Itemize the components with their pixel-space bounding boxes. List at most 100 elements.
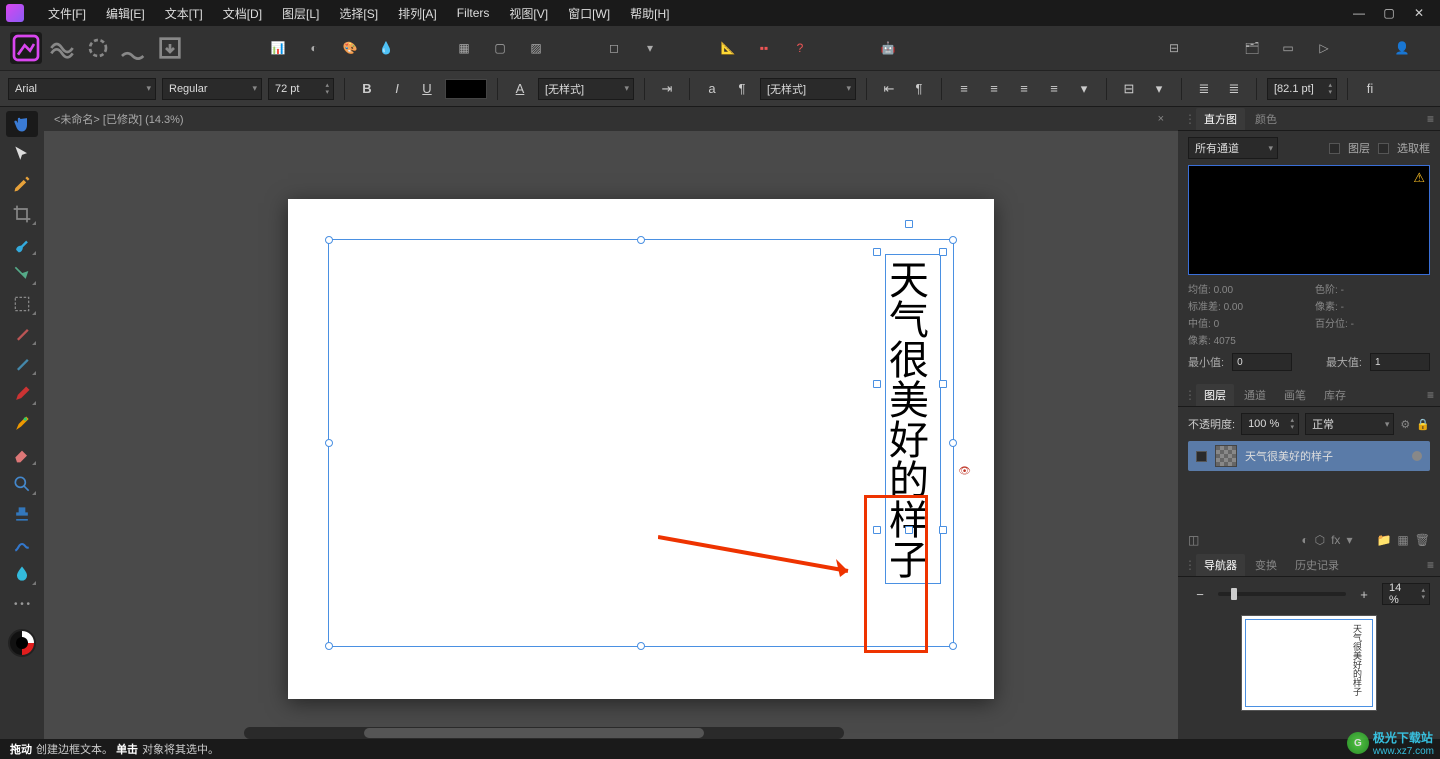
auto-colors-icon[interactable]: 🎨: [334, 32, 366, 64]
tab-transform[interactable]: 变换: [1247, 554, 1285, 576]
tab-navigator[interactable]: 导航器: [1196, 554, 1245, 576]
color-picker-icon[interactable]: [6, 171, 38, 197]
marquee-tool-icon[interactable]: [6, 291, 38, 317]
live-filter-icon[interactable]: fx: [1331, 533, 1340, 547]
menu-select[interactable]: 选择[S]: [329, 0, 388, 26]
menu-arrange[interactable]: 排列[A]: [388, 0, 447, 26]
auto-wb-icon[interactable]: 💧: [370, 32, 402, 64]
delete-layer-icon[interactable]: 🗑: [1415, 533, 1430, 547]
font-family-select[interactable]: Arial: [8, 78, 156, 100]
flip-icon[interactable]: ▷: [1308, 32, 1340, 64]
account-icon[interactable]: 👤: [1386, 32, 1418, 64]
auto-contrast-icon[interactable]: ◐: [298, 32, 330, 64]
menu-layer[interactable]: 图层[L]: [272, 0, 329, 26]
align-justify-icon[interactable]: ≡: [1042, 78, 1066, 100]
hand-tool-icon[interactable]: [6, 111, 38, 137]
italic-button[interactable]: I: [385, 78, 409, 100]
leading-input[interactable]: [82.1 pt]: [1267, 78, 1337, 100]
opacity-input[interactable]: 100 %: [1241, 413, 1299, 435]
clip-icon[interactable]: ▾: [1346, 533, 1352, 547]
vector-brush-icon[interactable]: [6, 531, 38, 557]
panel-menu-icon[interactable]: ≡: [1427, 558, 1434, 572]
canvas-viewport[interactable]: <未命名> [已修改] (14.3%) × 天气很美好的样子: [44, 107, 1178, 739]
layer-select-checkbox[interactable]: [1196, 451, 1207, 462]
tab-color[interactable]: 颜色: [1247, 108, 1285, 130]
para-panel-button[interactable]: a: [700, 78, 724, 100]
selection-none-icon[interactable]: ▢: [484, 32, 516, 64]
clone-brush-icon[interactable]: [6, 351, 38, 377]
stamp-tool-icon[interactable]: [6, 501, 38, 527]
align-right-icon[interactable]: ≡: [1012, 78, 1036, 100]
tab-stock[interactable]: 库存: [1316, 384, 1354, 406]
menu-help[interactable]: 帮助[H]: [620, 0, 679, 26]
fx-icon[interactable]: ⬡: [1315, 533, 1325, 547]
hist-max-input[interactable]: [1370, 353, 1430, 371]
remove-format-icon[interactable]: ⇥: [655, 78, 679, 100]
move-tool-icon[interactable]: [6, 141, 38, 167]
zoom-in-button[interactable]: +: [1352, 583, 1376, 605]
layer-checkbox[interactable]: [1329, 143, 1340, 154]
more-tools-icon[interactable]: • • •: [6, 591, 38, 617]
persona-develop-icon[interactable]: [82, 32, 114, 64]
menu-edit[interactable]: 编辑[E]: [96, 0, 155, 26]
group-icon[interactable]: 📁: [1376, 533, 1391, 547]
text-color-swatch[interactable]: [445, 79, 487, 99]
font-weight-select[interactable]: Regular: [162, 78, 262, 100]
layer-lock-icon[interactable]: 🔒: [1416, 418, 1430, 431]
outdent-button[interactable]: ⇤: [877, 78, 901, 100]
tab-channels[interactable]: 通道: [1236, 384, 1274, 406]
marquee-checkbox[interactable]: [1378, 143, 1389, 154]
selection-brush-icon[interactable]: [6, 231, 38, 257]
eraser-tool-icon[interactable]: [6, 441, 38, 467]
zoom-out-button[interactable]: −: [1188, 583, 1212, 605]
foreground-color-icon[interactable]: [8, 629, 36, 657]
align-left-icon[interactable]: ≡: [952, 78, 976, 100]
tab-layers[interactable]: 图层: [1196, 384, 1234, 406]
document-close-icon[interactable]: ×: [1154, 113, 1168, 125]
auto-levels-icon[interactable]: 📊: [262, 32, 294, 64]
panel-menu-icon[interactable]: ≡: [1427, 388, 1434, 402]
menu-file[interactable]: 文件[F]: [38, 0, 96, 26]
dodge-tool-icon[interactable]: [6, 471, 38, 497]
quick-mask-icon[interactable]: ◻: [598, 32, 630, 64]
assistant-icon[interactable]: ?: [784, 32, 816, 64]
quick-mask-dd-icon[interactable]: ▾: [634, 32, 666, 64]
window-close[interactable]: ✕: [1404, 0, 1434, 26]
paint-mixer-icon[interactable]: [6, 411, 38, 437]
tab-histogram[interactable]: 直方图: [1196, 108, 1245, 130]
menu-window[interactable]: 窗口[W]: [558, 0, 620, 26]
menu-document[interactable]: 文档[D]: [213, 0, 272, 26]
panel-drag-icon[interactable]: ⋮⋮: [1184, 388, 1190, 402]
blur-tool-icon[interactable]: [6, 561, 38, 587]
zoom-input[interactable]: 14 %: [1382, 583, 1430, 605]
pilcrow-icon[interactable]: ¶: [730, 78, 754, 100]
blend-mode-select[interactable]: 正常: [1305, 413, 1394, 435]
window-maximize[interactable]: ▢: [1374, 0, 1404, 26]
window-minimize[interactable]: —: [1344, 0, 1374, 26]
persona-liquify-icon[interactable]: [46, 32, 78, 64]
zoom-slider[interactable]: [1218, 592, 1346, 596]
paint-brush-icon[interactable]: [6, 381, 38, 407]
layer-visibility-icon[interactable]: [1412, 451, 1422, 461]
valign-icon[interactable]: ⊟: [1117, 78, 1141, 100]
menu-view[interactable]: 视图[V]: [499, 0, 558, 26]
font-size-input[interactable]: 72 pt: [268, 78, 334, 100]
align-center-icon[interactable]: ⊟: [1158, 32, 1190, 64]
ai-icon[interactable]: 🤖: [872, 32, 904, 64]
channel-select[interactable]: 所有通道: [1188, 137, 1278, 159]
layer-fx-icon[interactable]: ⚙: [1400, 418, 1410, 431]
ligatures-button[interactable]: fi: [1358, 78, 1382, 100]
tab-history[interactable]: 历史记录: [1287, 554, 1347, 576]
list-number-icon[interactable]: ≣: [1222, 78, 1246, 100]
para-style-select[interactable]: [无样式]: [760, 78, 856, 100]
histogram-warning-icon[interactable]: ⚠: [1413, 170, 1425, 186]
tab-brushes[interactable]: 画笔: [1276, 384, 1314, 406]
flood-select-icon[interactable]: [6, 261, 38, 287]
persona-photo-icon[interactable]: [10, 32, 42, 64]
snap-icon[interactable]: 📐: [712, 32, 744, 64]
mask-layer-icon[interactable]: ◫: [1188, 533, 1199, 547]
add-layer-icon[interactable]: ▦: [1397, 533, 1408, 547]
char-style-select[interactable]: [无样式]: [538, 78, 634, 100]
menu-filters[interactable]: Filters: [447, 0, 500, 26]
navigator-thumbnail[interactable]: 天气很美好的样子: [1241, 615, 1377, 711]
